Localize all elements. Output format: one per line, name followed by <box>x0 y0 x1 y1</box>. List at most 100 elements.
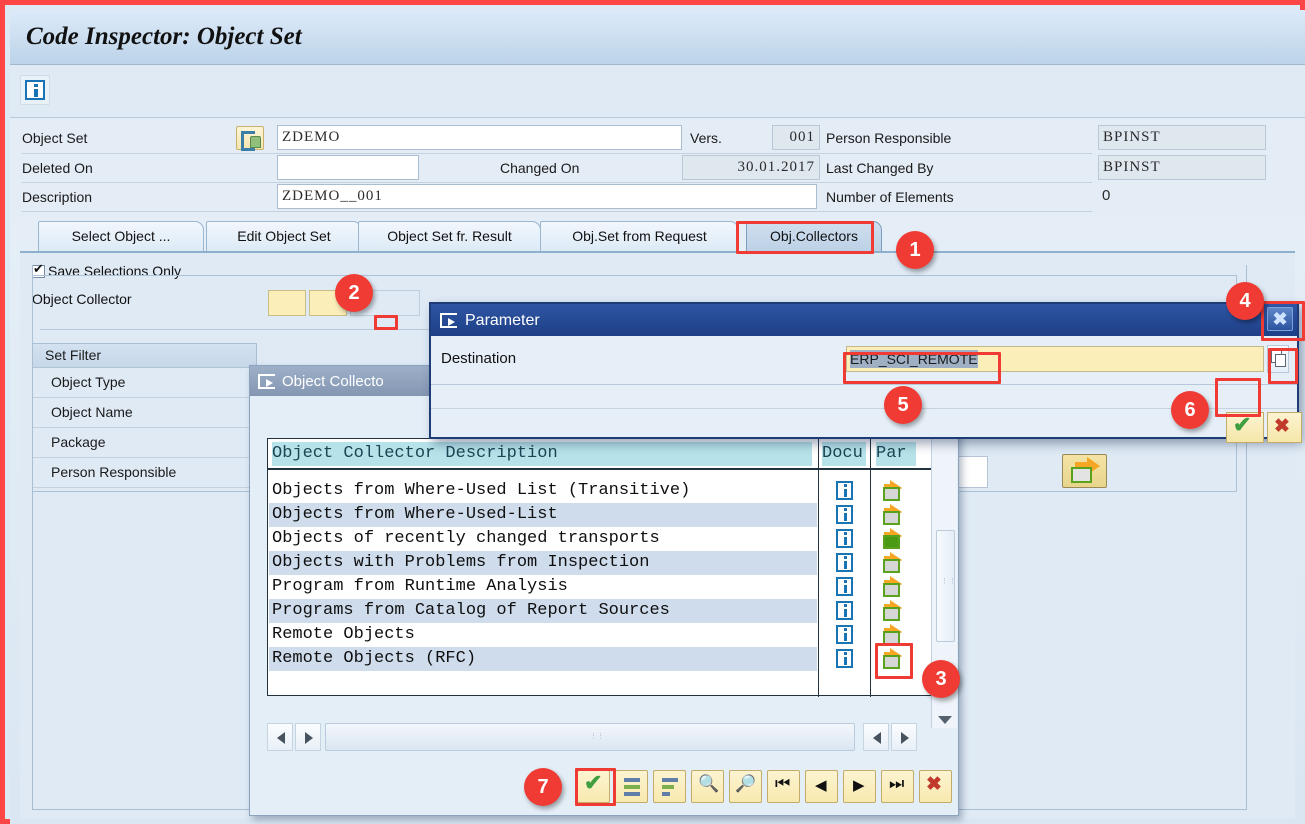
object-collector-horizontal-scrollbar[interactable] <box>267 723 939 753</box>
info-icon[interactable] <box>836 649 853 668</box>
info-icon[interactable] <box>836 553 853 572</box>
scroll-right-button[interactable] <box>295 723 321 751</box>
destination-label: Destination <box>441 350 517 367</box>
deleted-on-input[interactable] <box>277 155 419 180</box>
table-row[interactable]: Objects from Where-Used List (Transitive… <box>268 479 938 503</box>
table-row[interactable]: Objects of recently changed transports <box>268 527 938 551</box>
header-row: Deleted On Changed On 30.01.2017 Last Ch… <box>10 154 1305 183</box>
next-page-button[interactable] <box>843 770 876 803</box>
set-filter-header: Set Filter <box>33 344 256 368</box>
parameter-icon-filled[interactable] <box>882 528 912 550</box>
cell-description: Objects from Where-Used-List <box>272 505 558 524</box>
cell-description: Objects with Problems from Inspection <box>272 553 650 572</box>
object-set-selector-icon[interactable] <box>236 126 264 151</box>
person-responsible-value: BPINST <box>1098 125 1266 150</box>
last-changed-by-value: BPINST <box>1098 155 1266 180</box>
table-row[interactable]: Programs from Catalog of Report Sources <box>268 599 938 623</box>
callout-badge-7: 7 <box>524 768 562 806</box>
callout-badge-1: 1 <box>896 231 934 269</box>
highlight-parameter-ok-button <box>1215 378 1261 417</box>
scroll-page-left-button[interactable] <box>863 723 889 751</box>
first-page-button[interactable] <box>767 770 800 803</box>
info-icon[interactable] <box>836 601 853 620</box>
info-icon[interactable] <box>836 481 853 500</box>
header-row: Description ZDEMO__001 Number of Element… <box>10 183 1305 212</box>
last-changed-by-label: Last Changed By <box>826 160 934 176</box>
info-icon[interactable] <box>836 505 853 524</box>
tab-select-object[interactable]: Select Object ... <box>38 221 204 251</box>
tab-obj-set-from-request[interactable]: Obj.Set from Request <box>540 221 739 251</box>
parameter-icon[interactable] <box>882 576 912 598</box>
number-of-elements-value: 0 <box>1102 187 1111 204</box>
tab-strip: Select Object ... Edit Object Set Object… <box>20 221 1295 253</box>
callout-badge-4: 4 <box>1226 282 1264 320</box>
version-label: Vers. <box>690 130 722 146</box>
description-input[interactable]: ZDEMO__001 <box>277 184 817 209</box>
info-icon[interactable] <box>836 529 853 548</box>
last-page-button[interactable] <box>881 770 914 803</box>
object-collector-table: Object Collector Description Docu Par Ob… <box>267 438 939 697</box>
person-responsible-label: Person Responsible <box>826 130 952 146</box>
table-row[interactable]: Remote Objects (RFC) <box>268 647 938 671</box>
scroll-left-button[interactable] <box>267 723 293 751</box>
sort-ascending-button[interactable] <box>615 770 648 803</box>
callout-badge-5: 5 <box>884 386 922 424</box>
info-icon[interactable] <box>836 577 853 596</box>
scroll-down-icon[interactable] <box>938 716 952 724</box>
header-row: Object Set ZDEMO Vers. 001 Person Respon… <box>10 124 1305 153</box>
set-filter-item-object-type[interactable]: Object Type <box>33 368 256 398</box>
info-icon[interactable] <box>836 625 853 644</box>
cell-description: Objects from Where-Used List (Transitive… <box>272 481 691 500</box>
table-row[interactable]: Objects with Problems from Inspection <box>268 551 938 575</box>
background-parameter-button[interactable] <box>1062 454 1107 488</box>
deleted-on-label: Deleted On <box>22 160 93 176</box>
highlight-continue-button <box>575 768 616 806</box>
chevron-left-icon <box>277 732 285 744</box>
scrollbar-thumb[interactable] <box>936 530 957 642</box>
background-input-field[interactable] <box>958 456 988 488</box>
header-divider <box>268 469 938 470</box>
highlight-destination-picker <box>1268 348 1298 384</box>
number-of-elements-label: Number of Elements <box>826 189 954 205</box>
column-header-par[interactable]: Par <box>876 442 916 466</box>
scrollbar-track[interactable] <box>325 723 855 751</box>
cancel-button[interactable] <box>919 770 952 803</box>
callout-badge-3: 3 <box>922 660 960 698</box>
table-row[interactable]: Objects from Where-Used-List <box>268 503 938 527</box>
dialog-icon <box>440 312 457 328</box>
table-row[interactable]: Remote Objects <box>268 623 938 647</box>
parameter-icon[interactable] <box>882 552 912 574</box>
dialog-icon <box>258 373 275 389</box>
changed-on-label: Changed On <box>500 160 580 176</box>
highlight-parameter-close-button <box>1261 301 1305 341</box>
chevron-left-icon <box>873 732 881 744</box>
tab-object-set-fr-result[interactable]: Object Set fr. Result <box>358 221 541 251</box>
column-header-description[interactable]: Object Collector Description <box>272 442 812 466</box>
object-set-input[interactable]: ZDEMO <box>277 125 682 150</box>
sort-descending-button[interactable] <box>653 770 686 803</box>
parameter-dialog-title-bar: Parameter ✖ <box>431 304 1297 336</box>
parameter-icon[interactable] <box>882 480 912 502</box>
set-filter-item-object-name[interactable]: Object Name <box>33 398 256 428</box>
window-title-bar: Code Inspector: Object Set <box>10 10 1305 65</box>
previous-page-button[interactable] <box>805 770 838 803</box>
set-filter-item-package[interactable]: Package <box>33 428 256 458</box>
find-next-button[interactable] <box>729 770 762 803</box>
parameter-icon[interactable] <box>882 600 912 622</box>
column-header-docu[interactable]: Docu <box>822 442 866 466</box>
divider <box>431 384 1297 385</box>
cell-description: Remote Objects <box>272 625 415 644</box>
divider <box>22 211 1092 212</box>
chevron-right-icon <box>305 732 313 744</box>
info-button[interactable] <box>20 75 50 105</box>
object-collector-dialog-title: Object Collecto <box>282 372 384 390</box>
cell-description: Objects of recently changed transports <box>272 529 660 548</box>
parameter-dialog-cancel-button[interactable] <box>1267 412 1302 443</box>
page-title: Code Inspector: Object Set <box>26 23 302 50</box>
parameter-icon[interactable] <box>882 504 912 526</box>
tab-edit-object-set[interactable]: Edit Object Set <box>206 221 362 251</box>
table-row[interactable]: Program from Runtime Analysis <box>268 575 938 599</box>
set-filter-item-person-responsible[interactable]: Person Responsible <box>33 458 256 488</box>
find-button[interactable] <box>691 770 724 803</box>
scroll-page-right-button[interactable] <box>891 723 917 751</box>
